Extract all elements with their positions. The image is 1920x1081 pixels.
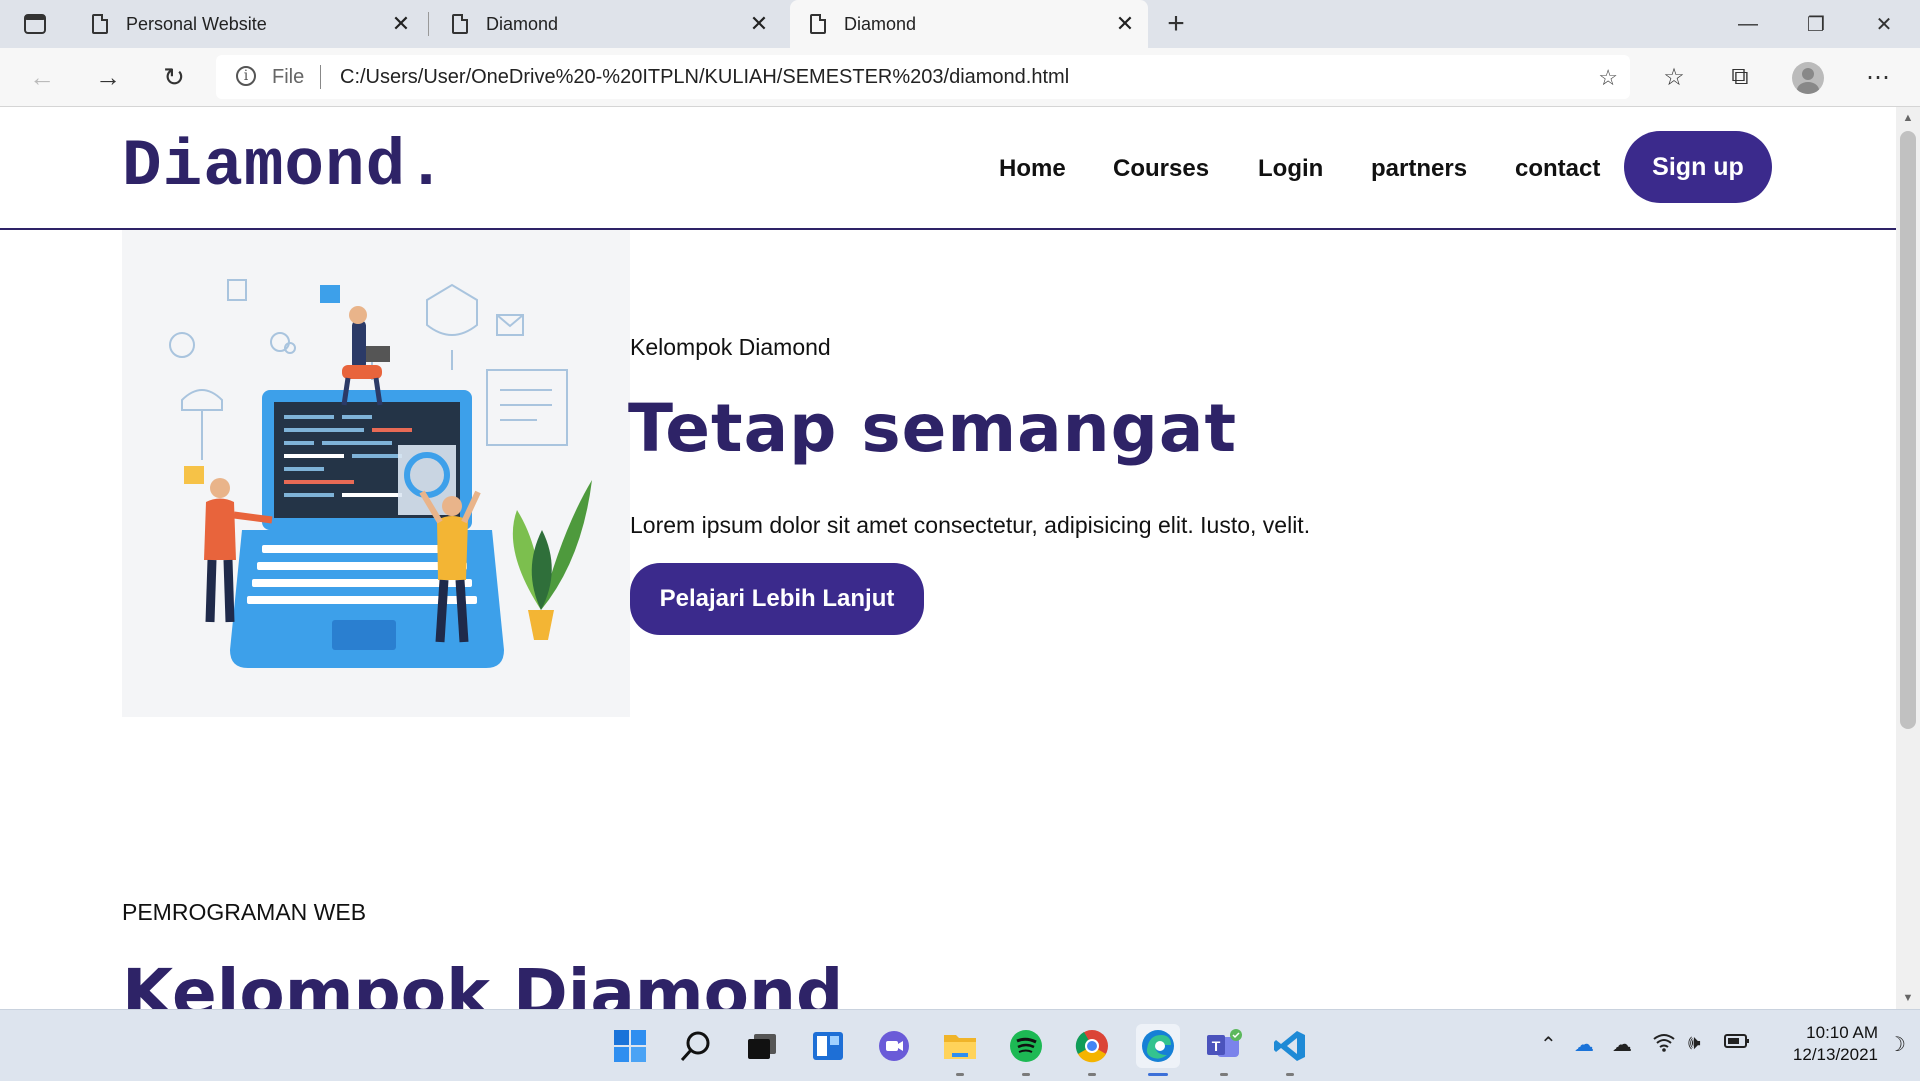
more-menu-icon[interactable]: ⋯ — [1856, 56, 1900, 98]
profile-avatar[interactable] — [1792, 62, 1824, 94]
site-header: Diamond. Home Courses Login partners con… — [0, 107, 1896, 230]
chevron-up-icon[interactable]: ⌃ — [1540, 1032, 1557, 1057]
refresh-icon[interactable]: ↻ — [152, 56, 196, 98]
tab-title: Diamond — [844, 13, 917, 34]
running-indicator — [1088, 1073, 1096, 1076]
scheme-label: File — [272, 66, 305, 88]
minimize-icon[interactable]: — — [1714, 0, 1782, 48]
page-scrollbar[interactable]: ▲ ▼ — [1896, 107, 1920, 1009]
address-separator — [320, 65, 321, 89]
hero-subtitle: Kelompok Diamond — [630, 334, 831, 360]
browser-toolbar: ← → ↻ i File C:/Users/User/OneDrive%20-%… — [0, 48, 1920, 107]
task-view-icon[interactable] — [740, 1024, 784, 1068]
nav-partners[interactable]: partners — [1371, 155, 1467, 183]
browser-tab-strip: Personal Website ✕ Diamond ✕ Diamond ✕ +… — [0, 0, 1920, 48]
info-icon[interactable]: i — [236, 66, 256, 86]
running-indicator — [1220, 1073, 1228, 1076]
page-icon — [810, 14, 826, 34]
favorites-icon[interactable]: ☆ — [1652, 56, 1696, 98]
address-bar[interactable]: i File C:/Users/User/OneDrive%20-%20ITPL… — [216, 55, 1630, 99]
tab-separator — [428, 12, 429, 36]
system-clock[interactable]: 10:10 AM 12/13/2021 — [1758, 1022, 1878, 1066]
page-icon — [92, 14, 108, 34]
chrome-icon[interactable] — [1070, 1024, 1114, 1076]
page-icon — [452, 14, 468, 34]
collections-icon[interactable]: ⧉ — [1718, 56, 1762, 98]
close-tab-icon[interactable]: ✕ — [742, 7, 776, 41]
chat-icon[interactable] — [872, 1024, 916, 1068]
close-window-icon[interactable]: ✕ — [1850, 0, 1918, 48]
focus-assist-icon[interactable]: ☽ — [1888, 1032, 1906, 1057]
section-subtitle: PEMROGRAMAN WEB — [122, 899, 367, 925]
add-favorite-icon[interactable]: ☆ — [1598, 65, 1618, 91]
onedrive-icon[interactable]: ☁ — [1574, 1032, 1594, 1057]
close-tab-icon[interactable]: ✕ — [384, 7, 418, 41]
site-logo[interactable]: Diamond. — [122, 129, 447, 204]
file-explorer-icon[interactable] — [938, 1024, 982, 1076]
new-tab-button[interactable]: + — [1158, 6, 1194, 42]
widgets-icon[interactable] — [806, 1024, 850, 1068]
url-text[interactable]: C:/Users/User/OneDrive%20-%20ITPLN/KULIA… — [340, 66, 1069, 89]
learn-more-button[interactable]: Pelajari Lebih Lanjut — [630, 563, 924, 635]
back-icon[interactable]: ← — [20, 56, 64, 98]
tab-actions-icon[interactable] — [20, 10, 50, 38]
running-indicator — [1148, 1073, 1168, 1076]
nav-login[interactable]: Login — [1258, 155, 1323, 183]
tab-personal-website[interactable]: Personal Website ✕ — [72, 0, 424, 48]
running-indicator — [1022, 1073, 1030, 1076]
teams-icon[interactable]: T — [1202, 1024, 1246, 1076]
nav-contact[interactable]: contact — [1515, 155, 1600, 183]
scroll-down-arrow-icon[interactable]: ▼ — [1896, 987, 1920, 1009]
windows-taskbar: T ⌃ ☁ ☁ 🕪 10:10 AM 12/13/2021 ☽ — [0, 1009, 1920, 1081]
volume-icon[interactable]: 🕪 — [1688, 1032, 1701, 1055]
tab-diamond[interactable]: Diamond ✕ — [432, 0, 782, 48]
forward-icon[interactable]: → — [86, 56, 130, 98]
spotify-icon[interactable] — [1004, 1024, 1048, 1076]
vscode-icon[interactable] — [1268, 1024, 1312, 1076]
hero-text: Lorem ipsum dolor sit amet consectetur, … — [630, 512, 1311, 538]
hero-illustration — [122, 230, 630, 717]
edge-icon[interactable] — [1136, 1024, 1180, 1076]
scrollbar-thumb[interactable] — [1900, 131, 1916, 729]
clock-date: 12/13/2021 — [1792, 1045, 1878, 1064]
section-title: Kelompok Diamond — [122, 955, 844, 1009]
sign-up-button[interactable]: Sign up — [1624, 131, 1772, 203]
hero-title: Tetap semangat — [628, 390, 1237, 467]
clock-time: 10:10 AM — [1806, 1023, 1878, 1042]
svg-text:T: T — [1212, 1038, 1221, 1054]
close-tab-icon[interactable]: ✕ — [1108, 7, 1142, 41]
nav-courses[interactable]: Courses — [1113, 155, 1209, 183]
tab-title: Personal Website — [126, 13, 267, 34]
running-indicator — [1286, 1073, 1294, 1076]
battery-icon[interactable] — [1724, 1032, 1750, 1055]
nav-home[interactable]: Home — [999, 155, 1066, 183]
running-indicator — [956, 1073, 964, 1076]
tab-diamond-active[interactable]: Diamond ✕ — [790, 0, 1148, 48]
tab-title: Diamond — [486, 13, 559, 34]
onedrive-personal-icon[interactable]: ☁ — [1612, 1032, 1632, 1057]
page-viewport: Diamond. Home Courses Login partners con… — [0, 107, 1896, 1009]
scroll-up-arrow-icon[interactable]: ▲ — [1896, 107, 1920, 129]
restore-icon[interactable]: ❐ — [1782, 0, 1850, 48]
start-icon[interactable] — [608, 1024, 652, 1068]
search-icon[interactable] — [674, 1024, 718, 1068]
wifi-icon[interactable] — [1652, 1032, 1676, 1058]
